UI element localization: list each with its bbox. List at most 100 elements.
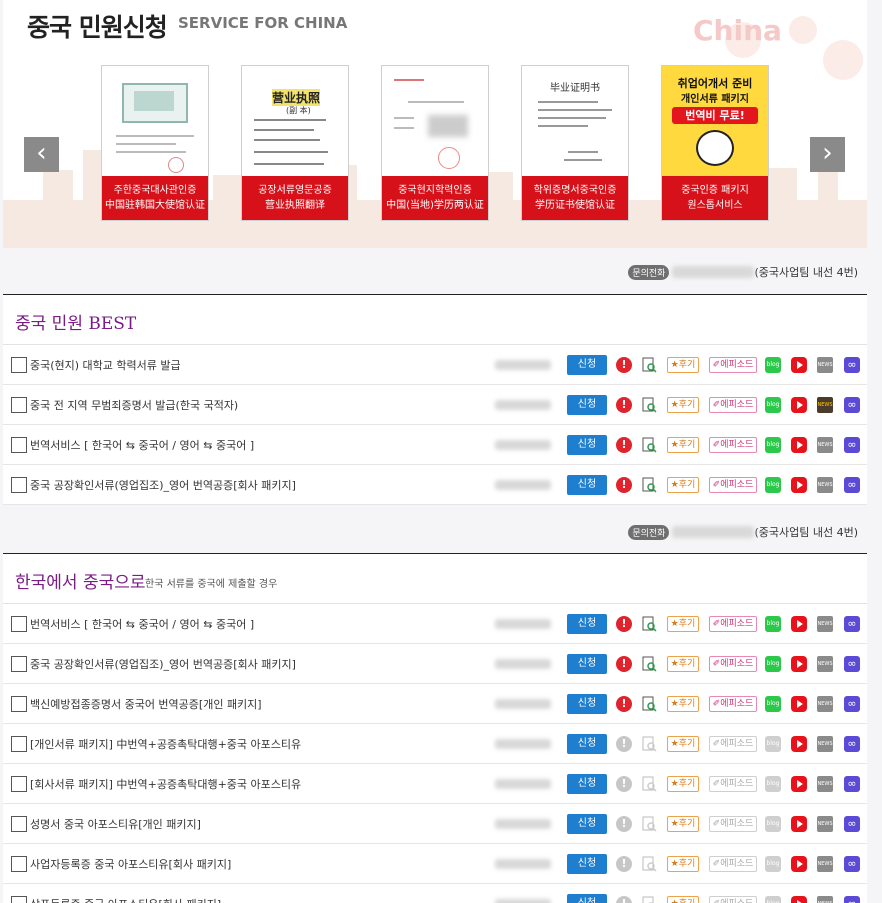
alert-icon[interactable]: ! [616, 816, 632, 832]
episode-button[interactable]: ✐에피소드 [709, 397, 757, 413]
news-icon[interactable]: NEWS [817, 776, 833, 792]
alert-icon[interactable]: ! [616, 776, 632, 792]
episode-button[interactable]: ✐에피소드 [709, 437, 757, 453]
youtube-icon[interactable] [791, 896, 807, 903]
service-title[interactable]: 중국 공장확인서류(영업집조)_영어 번역공증[회사 패키지] [30, 477, 296, 493]
alert-icon[interactable]: ! [616, 477, 632, 493]
blog-icon[interactable]: blog [765, 816, 781, 832]
episode-button[interactable]: ✐에피소드 [709, 736, 757, 752]
apply-button[interactable]: 신청 [567, 854, 607, 874]
blog-icon[interactable]: blog [765, 357, 781, 373]
youtube-icon[interactable] [791, 776, 807, 792]
news-icon[interactable]: NEWS [817, 477, 833, 493]
link-icon[interactable]: ∞ [844, 437, 860, 453]
review-button[interactable]: ★후기 [667, 816, 699, 832]
youtube-icon[interactable] [791, 357, 807, 373]
link-icon[interactable]: ∞ [844, 357, 860, 373]
episode-button[interactable]: ✐에피소드 [709, 896, 757, 903]
service-title[interactable]: [회사서류 패키지] 中번역+공증촉탁대행+중국 아포스티유 [30, 776, 301, 792]
news-icon[interactable]: NEWS [817, 357, 833, 373]
alert-icon[interactable]: ! [616, 616, 632, 632]
link-icon[interactable]: ∞ [844, 736, 860, 752]
youtube-icon[interactable] [791, 437, 807, 453]
service-title[interactable]: 번역서비스 [ 한국어 ⇆ 중국어 / 영어 ⇆ 중국어 ] [30, 616, 254, 632]
news-icon[interactable]: NEWS [817, 437, 833, 453]
news-icon[interactable]: NEWS [817, 616, 833, 632]
link-icon[interactable]: ∞ [844, 776, 860, 792]
alert-icon[interactable]: ! [616, 357, 632, 373]
row-checkbox[interactable] [11, 696, 27, 712]
episode-button[interactable]: ✐에피소드 [709, 816, 757, 832]
link-icon[interactable]: ∞ [844, 816, 860, 832]
link-icon[interactable]: ∞ [844, 616, 860, 632]
service-title[interactable]: 성명서 중국 아포스티유[개인 패키지] [30, 816, 201, 832]
carousel-card-factory[interactable]: 营业执照 (副 本) 공장서류영문공증 营业执照翻译 [241, 65, 349, 221]
episode-button[interactable]: ✐에피소드 [709, 357, 757, 373]
review-button[interactable]: ★후기 [667, 616, 699, 632]
episode-button[interactable]: ✐에피소드 [709, 477, 757, 493]
apply-button[interactable]: 신청 [567, 894, 607, 903]
review-button[interactable]: ★후기 [667, 437, 699, 453]
youtube-icon[interactable] [791, 656, 807, 672]
youtube-icon[interactable] [791, 477, 807, 493]
carousel-next-button[interactable]: › [810, 137, 845, 172]
blog-icon[interactable]: blog [765, 696, 781, 712]
blog-icon[interactable]: blog [765, 896, 781, 903]
link-icon[interactable]: ∞ [844, 696, 860, 712]
document-search-icon[interactable] [641, 856, 657, 872]
blog-icon[interactable]: blog [765, 656, 781, 672]
document-search-icon[interactable] [641, 776, 657, 792]
apply-button[interactable]: 신청 [567, 734, 607, 754]
service-title[interactable]: 백신예방접종증명서 중국어 번역공증[개인 패키지] [30, 696, 262, 712]
news-icon[interactable]: NEWS [817, 736, 833, 752]
youtube-icon[interactable] [791, 736, 807, 752]
document-search-icon[interactable] [641, 696, 657, 712]
apply-button[interactable]: 신청 [567, 475, 607, 495]
link-icon[interactable]: ∞ [844, 397, 860, 413]
service-title[interactable]: 번역서비스 [ 한국어 ⇆ 중국어 / 영어 ⇆ 중국어 ] [30, 437, 254, 453]
alert-icon[interactable]: ! [616, 696, 632, 712]
service-title[interactable]: [개인서류 패키지] 中번역+공증촉탁대행+중국 아포스티유 [30, 736, 301, 752]
apply-button[interactable]: 신청 [567, 395, 607, 415]
carousel-card-embassy[interactable]: 주한중국대사관인증 中国驻韩国大使馆认证 [101, 65, 209, 221]
blog-icon[interactable]: blog [765, 477, 781, 493]
service-title[interactable]: 중국 공장확인서류(영업집조)_영어 번역공증[회사 패키지] [30, 656, 296, 672]
document-search-icon[interactable] [641, 736, 657, 752]
youtube-icon[interactable] [791, 397, 807, 413]
row-checkbox[interactable] [11, 477, 27, 493]
review-button[interactable]: ★후기 [667, 896, 699, 903]
episode-button[interactable]: ✐에피소드 [709, 696, 757, 712]
alert-icon[interactable]: ! [616, 397, 632, 413]
news-icon[interactable]: NEWS [817, 656, 833, 672]
youtube-icon[interactable] [791, 856, 807, 872]
document-search-icon[interactable] [641, 357, 657, 373]
carousel-card-education[interactable]: 중국현지학력인증 中国(当地)学历两认证 [381, 65, 489, 221]
row-checkbox[interactable] [11, 397, 27, 413]
review-button[interactable]: ★후기 [667, 696, 699, 712]
row-checkbox[interactable] [11, 736, 27, 752]
episode-button[interactable]: ✐에피소드 [709, 856, 757, 872]
service-title[interactable]: 사업자등록증 중국 아포스티유[회사 패키지] [30, 856, 231, 872]
row-checkbox[interactable] [11, 816, 27, 832]
carousel-prev-button[interactable]: ‹ [24, 137, 59, 172]
news-icon[interactable]: NEWS [817, 816, 833, 832]
apply-button[interactable]: 신청 [567, 814, 607, 834]
review-button[interactable]: ★후기 [667, 776, 699, 792]
news-icon[interactable]: NEWS [817, 696, 833, 712]
link-icon[interactable]: ∞ [844, 477, 860, 493]
row-checkbox[interactable] [11, 437, 27, 453]
review-button[interactable]: ★후기 [667, 736, 699, 752]
blog-icon[interactable]: blog [765, 856, 781, 872]
blog-icon[interactable]: blog [765, 437, 781, 453]
blog-icon[interactable]: blog [765, 616, 781, 632]
alert-icon[interactable]: ! [616, 437, 632, 453]
link-icon[interactable]: ∞ [844, 856, 860, 872]
episode-button[interactable]: ✐에피소드 [709, 616, 757, 632]
link-icon[interactable]: ∞ [844, 656, 860, 672]
document-search-icon[interactable] [641, 656, 657, 672]
row-checkbox[interactable] [11, 776, 27, 792]
apply-button[interactable]: 신청 [567, 614, 607, 634]
review-button[interactable]: ★후기 [667, 656, 699, 672]
alert-icon[interactable]: ! [616, 656, 632, 672]
service-title[interactable]: 중국(현지) 대학교 학력서류 발급 [30, 357, 181, 373]
